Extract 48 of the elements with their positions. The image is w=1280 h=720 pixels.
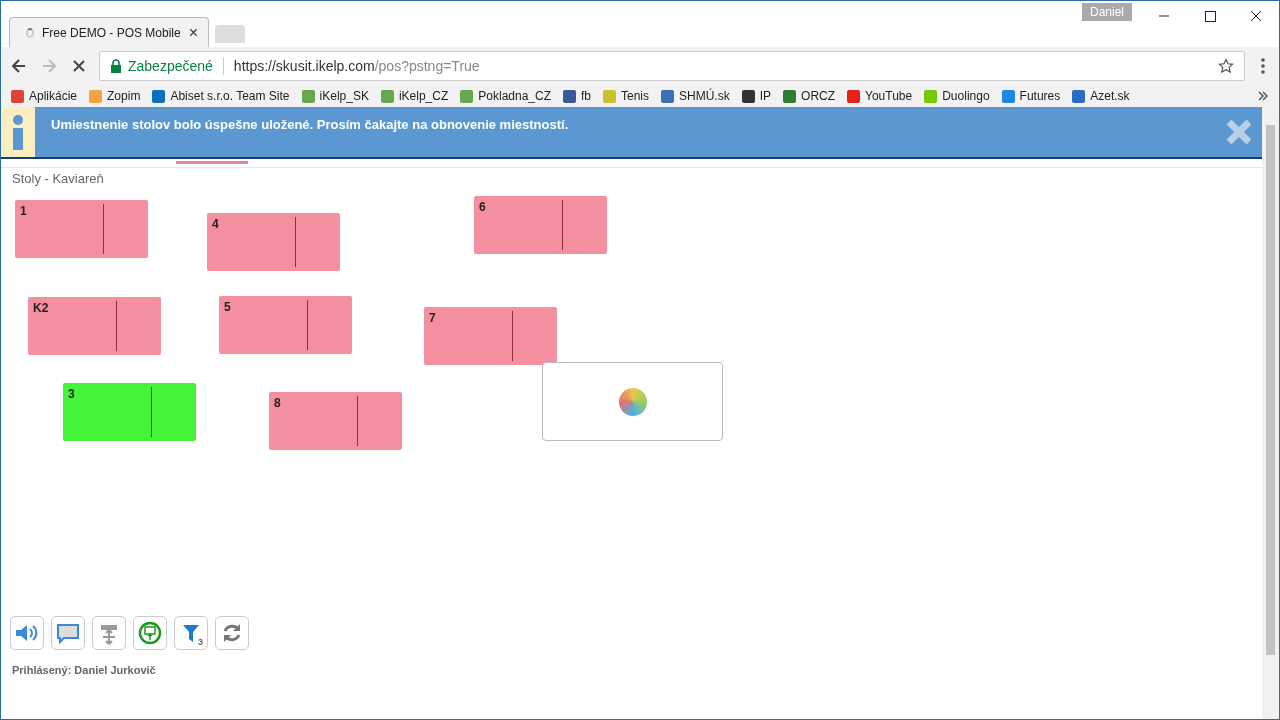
- bookmark[interactable]: SHMÚ.sk: [661, 89, 730, 103]
- loading-icon: [26, 27, 34, 38]
- room-title: Stoly - Kaviareň: [11, 170, 105, 186]
- bookmark[interactable]: Zopim: [89, 89, 141, 103]
- table[interactable]: 8: [269, 392, 402, 450]
- address-bar[interactable]: Zabezpečené https://skusit.ikelp.com/pos?pstng=True: [99, 51, 1245, 81]
- bookmark[interactable]: Futures: [1001, 89, 1061, 103]
- table[interactable]: 4: [207, 213, 340, 271]
- sound-button[interactable]: [10, 616, 44, 650]
- message-button[interactable]: [51, 616, 85, 650]
- bookmark[interactable]: fb: [563, 89, 591, 103]
- table[interactable]: 7: [424, 307, 557, 365]
- bookmark[interactable]: Aplikácie: [11, 89, 78, 103]
- table[interactable]: K2: [28, 297, 161, 355]
- scrollbar[interactable]: [1262, 107, 1279, 719]
- table[interactable]: 6: [474, 196, 607, 254]
- bookmark[interactable]: iKelp_CZ: [380, 89, 449, 103]
- notification-message: Umiestnenie stolov bolo úspešne uložené. Prosím čakajte na obnovenie miestností.: [51, 117, 569, 132]
- bookmark[interactable]: Tenis: [603, 89, 650, 103]
- browser-tab[interactable]: Free DEMO - POS Mobile ×: [9, 17, 209, 47]
- table[interactable]: 3: [63, 383, 196, 441]
- bookmark[interactable]: Pokladna_CZ: [460, 89, 551, 103]
- filter-icon: [183, 623, 199, 643]
- loading-spinner-icon: [618, 387, 647, 416]
- refresh-icon: [221, 622, 243, 644]
- bookmark[interactable]: IP: [741, 89, 772, 103]
- logged-in-user: Prihlásený: Daniel Jurkovič: [11, 663, 157, 676]
- filter-button[interactable]: 3: [174, 616, 208, 650]
- speaker-icon: [14, 622, 40, 644]
- lock-icon: [110, 59, 122, 73]
- bookmark[interactable]: Abiset s.r.o. Team Site: [152, 89, 290, 103]
- bookmark[interactable]: YouTube: [847, 89, 913, 103]
- close-icon[interactable]: [1224, 117, 1254, 147]
- export-button[interactable]: [133, 616, 167, 650]
- speech-bubble-icon: [56, 622, 80, 644]
- refresh-button[interactable]: [215, 616, 249, 650]
- upload-icon: [138, 621, 162, 645]
- bookmark[interactable]: iKelp_SK: [301, 89, 369, 103]
- table[interactable]: 1: [15, 200, 148, 258]
- chevron-icon[interactable]: [1257, 90, 1269, 102]
- close-tab-button[interactable]: ×: [188, 23, 198, 42]
- bookmark[interactable]: Duolingo: [924, 89, 990, 103]
- move-button[interactable]: [92, 616, 126, 650]
- bookmark[interactable]: ORCZ: [783, 89, 836, 103]
- bookmark[interactable]: Azet.sk: [1072, 89, 1130, 103]
- table[interactable]: 5: [219, 296, 352, 354]
- star-icon[interactable]: [1218, 58, 1234, 74]
- tab-indicator: [176, 161, 248, 164]
